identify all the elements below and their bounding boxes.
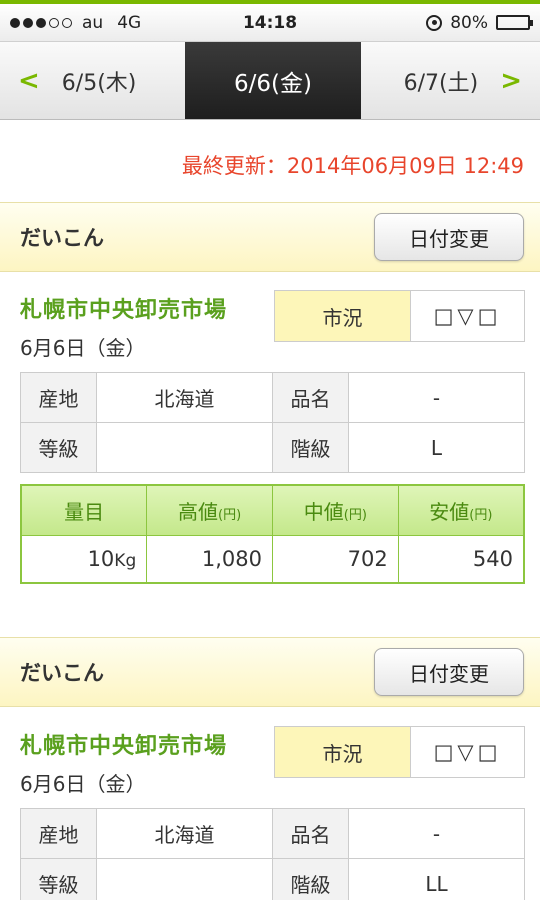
low-price-header: 安値(円) (397, 484, 525, 536)
prev-day-label: 6/5(木) (61, 70, 137, 96)
market-date: 6月6日（金） (20, 336, 146, 360)
item-header: だいこん 日付変更 (0, 202, 540, 272)
condition-label: 市況 (275, 727, 411, 777)
variety-value: - (348, 372, 525, 423)
high-price-value: 1,080 (146, 534, 273, 584)
size-label: 階級 (272, 858, 349, 900)
origin-value: 北海道 (96, 372, 273, 423)
origin-value: 北海道 (96, 808, 273, 859)
high-price-header: 高値(円) (146, 484, 273, 536)
market-condition: 市況 □▽□ (274, 726, 525, 778)
market-condition: 市況 □▽□ (274, 290, 525, 342)
market-name[interactable]: 札幌市中央卸売市場 (20, 728, 227, 760)
grade-value (96, 858, 273, 900)
condition-value: □▽□ (433, 740, 502, 764)
price-table: 量目 高値(円) 中値(円) 安値(円) 10Kg 1,080 702 540 (20, 484, 525, 584)
qty-value: 10Kg (20, 534, 148, 584)
prev-day-button[interactable]: < 6/5(木) (0, 42, 185, 119)
size-value: L (348, 422, 525, 473)
product-info-table: 産地 北海道 品名 - 等級 階級 LL (20, 808, 525, 900)
app-screen: au 4G 14:18 80% < 6/5(木) 6/6(金) 6/7(土) >… (0, 0, 540, 900)
mid-price-header: 中値(円) (272, 484, 399, 536)
table-header-row: 量目 高値(円) 中値(円) 安値(円) (20, 484, 525, 536)
size-value: LL (348, 858, 525, 900)
date-navigation: < 6/5(木) 6/6(金) 6/7(土) > (0, 42, 540, 120)
low-price-value: 540 (397, 534, 525, 584)
carrier-label: au (82, 12, 104, 33)
table-row: 等級 階級 L (20, 422, 525, 473)
variety-label: 品名 (272, 372, 349, 423)
chevron-right-icon: > (500, 65, 522, 96)
next-day-button[interactable]: 6/7(土) > (361, 42, 540, 119)
table-row: 等級 階級 LL (20, 858, 525, 900)
status-bar: au 4G 14:18 80% (0, 0, 540, 42)
qty-header: 量目 (20, 484, 148, 536)
grade-label: 等級 (20, 858, 97, 900)
mid-price-value: 702 (272, 534, 399, 584)
variety-value: - (348, 808, 525, 859)
current-day-tab[interactable]: 6/6(金) (185, 42, 361, 119)
origin-label: 産地 (20, 808, 97, 859)
market-date: 6月6日（金） (20, 772, 146, 796)
table-row: 産地 北海道 品名 - (20, 808, 525, 859)
battery-percent: 80% (450, 12, 488, 33)
item-header: だいこん 日付変更 (0, 637, 540, 707)
last-updated-text: 最終更新：2014年06月09日 12:49 (181, 154, 524, 178)
condition-label: 市況 (275, 291, 411, 341)
variety-label: 品名 (272, 808, 349, 859)
table-row: 10Kg 1,080 702 540 (20, 534, 525, 584)
condition-value: □▽□ (433, 304, 502, 328)
network-label: 4G (117, 12, 142, 33)
chevron-left-icon: < (18, 65, 40, 96)
item-title: だいこん (20, 226, 104, 250)
grade-value (96, 422, 273, 473)
grade-label: 等級 (20, 422, 97, 473)
rotation-lock-icon (426, 14, 443, 31)
current-day-label: 6/6(金) (234, 70, 312, 97)
change-date-button[interactable]: 日付変更 (374, 648, 524, 696)
item-title: だいこん (20, 661, 104, 685)
size-label: 階級 (272, 422, 349, 473)
market-name[interactable]: 札幌市中央卸売市場 (20, 292, 227, 324)
origin-label: 産地 (20, 372, 97, 423)
next-day-label: 6/7(土) (403, 70, 479, 96)
product-info-table: 産地 北海道 品名 - 等級 階級 L (20, 372, 525, 473)
signal-icon (10, 17, 72, 28)
change-date-button[interactable]: 日付変更 (374, 213, 524, 261)
battery-icon (496, 15, 533, 30)
table-row: 産地 北海道 品名 - (20, 372, 525, 423)
